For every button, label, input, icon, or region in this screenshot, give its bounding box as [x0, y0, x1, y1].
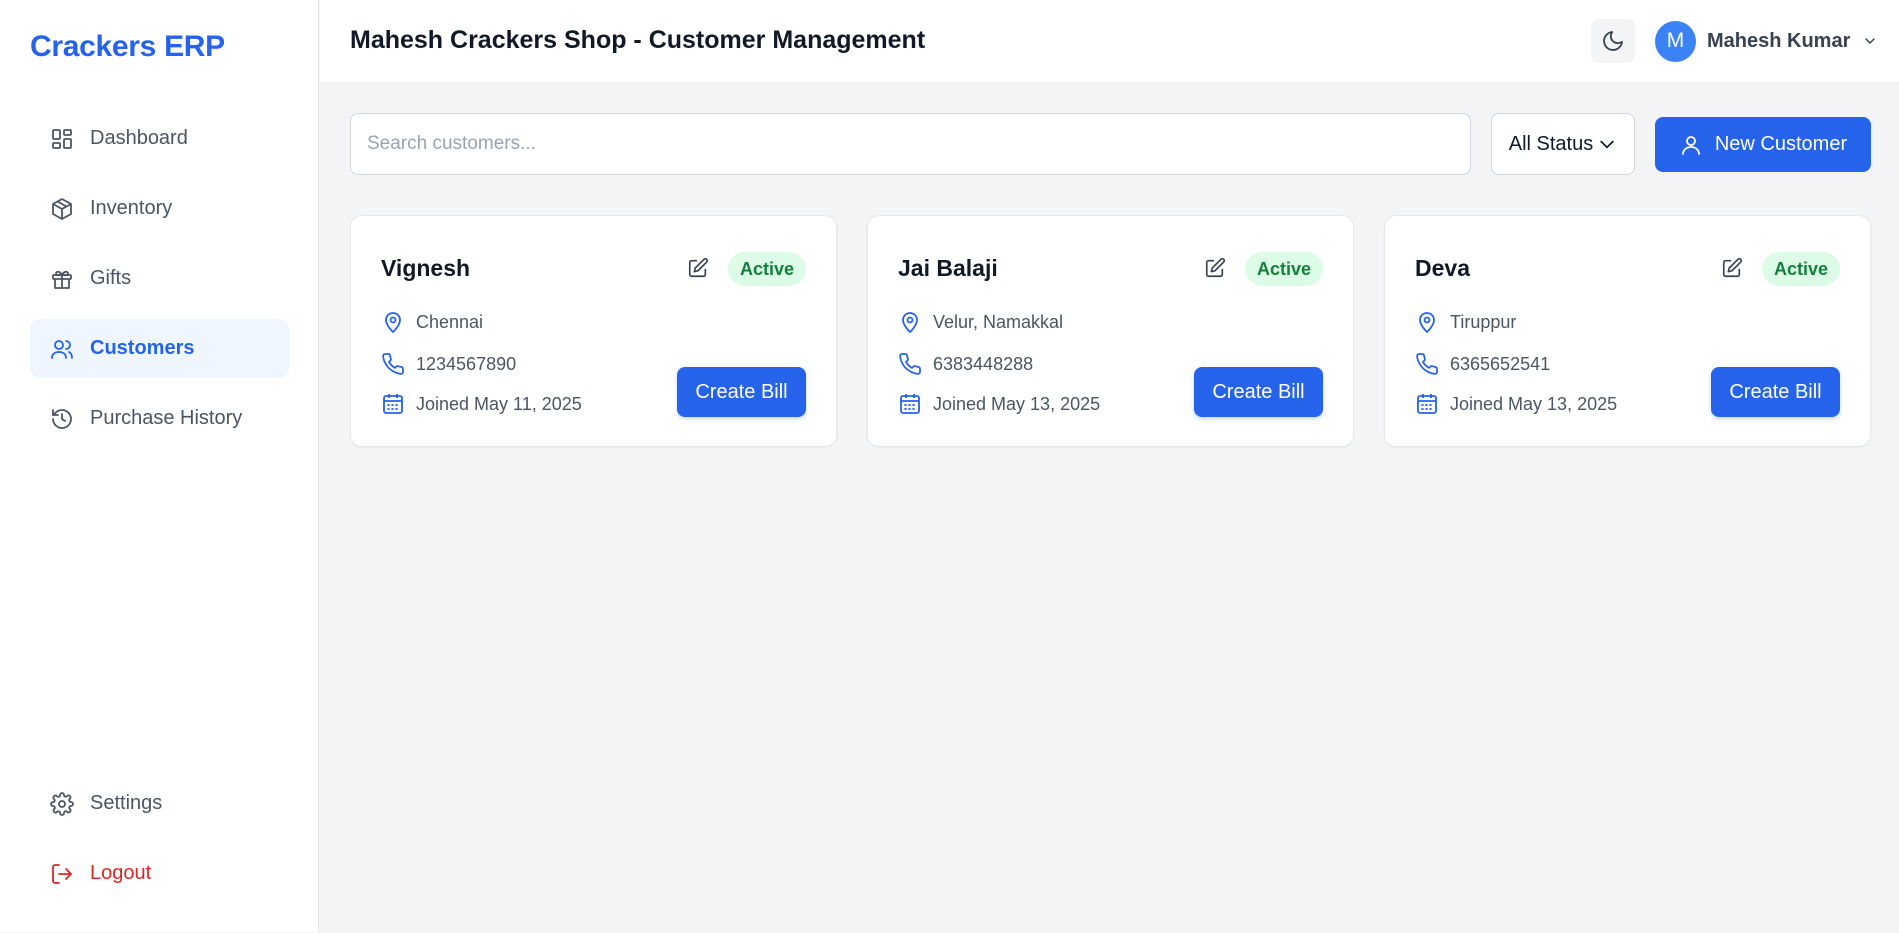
customer-card: Vignesh Active Chennai 1234567890 Joined… — [350, 215, 837, 447]
dashboard-icon — [50, 127, 74, 151]
create-bill-button[interactable]: Create Bill — [1711, 367, 1840, 417]
customer-phone: 1234567890 — [381, 352, 516, 376]
location-pin-icon — [902, 312, 918, 334]
customer-phone: 6365652541 — [1415, 352, 1550, 376]
history-icon — [50, 407, 74, 431]
box-icon — [50, 197, 74, 221]
sidebar-item-dashboard[interactable]: Dashboard — [30, 109, 289, 168]
calendar-icon — [1417, 394, 1437, 414]
sidebar-item-label: Inventory — [90, 197, 173, 219]
customer-phone: 6383448288 — [898, 352, 1033, 376]
edit-customer-button[interactable] — [684, 254, 712, 282]
users-icon — [50, 337, 74, 361]
sidebar-item-purchase-history[interactable]: Purchase History — [30, 389, 289, 448]
location-pin-icon — [1419, 312, 1435, 334]
customer-joined: Joined May 13, 2025 — [1415, 392, 1617, 416]
sidebar-item-label: Logout — [90, 862, 152, 884]
calendar-icon — [383, 394, 403, 414]
customer-joined: Joined May 11, 2025 — [381, 392, 582, 416]
top-header: Mahesh Crackers Shop - Customer Manageme… — [320, 0, 1899, 83]
sidebar-nav: Dashboard Inventory Gifts Customers Purc… — [30, 109, 289, 459]
customer-name: Vignesh — [381, 255, 471, 281]
search-input[interactable] — [350, 113, 1471, 175]
user-menu[interactable]: M Mahesh Kumar — [1655, 20, 1878, 62]
edit-icon — [1205, 257, 1226, 278]
phone-icon — [1416, 353, 1438, 375]
customer-name: Deva — [1415, 255, 1470, 281]
customer-name: Jai Balaji — [898, 255, 998, 281]
sidebar-item-label: Purchase History — [90, 407, 243, 429]
sidebar-item-logout[interactable]: Logout — [30, 844, 289, 903]
sidebar-item-customers[interactable]: Customers — [30, 319, 289, 378]
status-badge: Active — [727, 252, 806, 286]
edit-icon — [688, 257, 709, 278]
customer-location: Chennai — [381, 310, 483, 334]
customer-card: Jai Balaji Active Velur, Namakkal 638344… — [867, 215, 1354, 447]
user-icon — [1681, 135, 1700, 155]
new-customer-label: New Customer — [1714, 133, 1848, 155]
status-badge: Active — [1244, 252, 1323, 286]
sidebar-item-label: Dashboard — [90, 127, 188, 149]
edit-customer-button[interactable] — [1718, 254, 1746, 282]
sidebar-item-settings[interactable]: Settings — [30, 774, 289, 833]
calendar-icon — [900, 394, 920, 414]
edit-icon — [1722, 257, 1743, 278]
status-badge: Active — [1761, 252, 1840, 286]
new-customer-button[interactable]: New Customer — [1655, 117, 1871, 172]
sidebar-bottom-nav: Settings Logout — [30, 774, 289, 914]
customer-location: Velur, Namakkal — [898, 310, 1063, 334]
create-bill-button[interactable]: Create Bill — [1194, 367, 1323, 417]
sidebar-item-label: Gifts — [90, 267, 132, 289]
user-name: Mahesh Kumar — [1707, 29, 1851, 52]
chevron-down-icon — [1600, 140, 1614, 149]
sidebar-item-label: Settings — [90, 792, 163, 814]
theme-toggle-button[interactable] — [1591, 19, 1635, 63]
status-filter-select[interactable]: All Status — [1491, 113, 1635, 175]
customer-joined: Joined May 13, 2025 — [898, 392, 1100, 416]
customer-card: Deva Active Tiruppur 6365652541 Joined M… — [1384, 215, 1871, 447]
sidebar-item-inventory[interactable]: Inventory — [30, 179, 289, 238]
brand-logo[interactable]: Crackers ERP — [30, 30, 225, 64]
create-bill-button[interactable]: Create Bill — [677, 367, 806, 417]
edit-customer-button[interactable] — [1201, 254, 1229, 282]
page-title: Mahesh Crackers Shop - Customer Manageme… — [350, 26, 926, 54]
phone-icon — [899, 353, 921, 375]
location-pin-icon — [385, 312, 401, 334]
moon-icon — [1603, 31, 1623, 51]
sidebar: Crackers ERP Dashboard Inventory Gifts C… — [0, 0, 319, 932]
avatar: M — [1655, 20, 1696, 62]
gear-icon — [50, 791, 74, 816]
chevron-down-icon — [1865, 38, 1876, 45]
gift-icon — [50, 267, 74, 291]
status-filter-value: All Status — [1508, 132, 1594, 155]
phone-icon — [382, 353, 404, 375]
customer-location: Tiruppur — [1415, 310, 1516, 334]
logout-icon — [50, 862, 74, 886]
sidebar-item-gifts[interactable]: Gifts — [30, 249, 289, 308]
sidebar-item-label: Customers — [90, 337, 195, 359]
